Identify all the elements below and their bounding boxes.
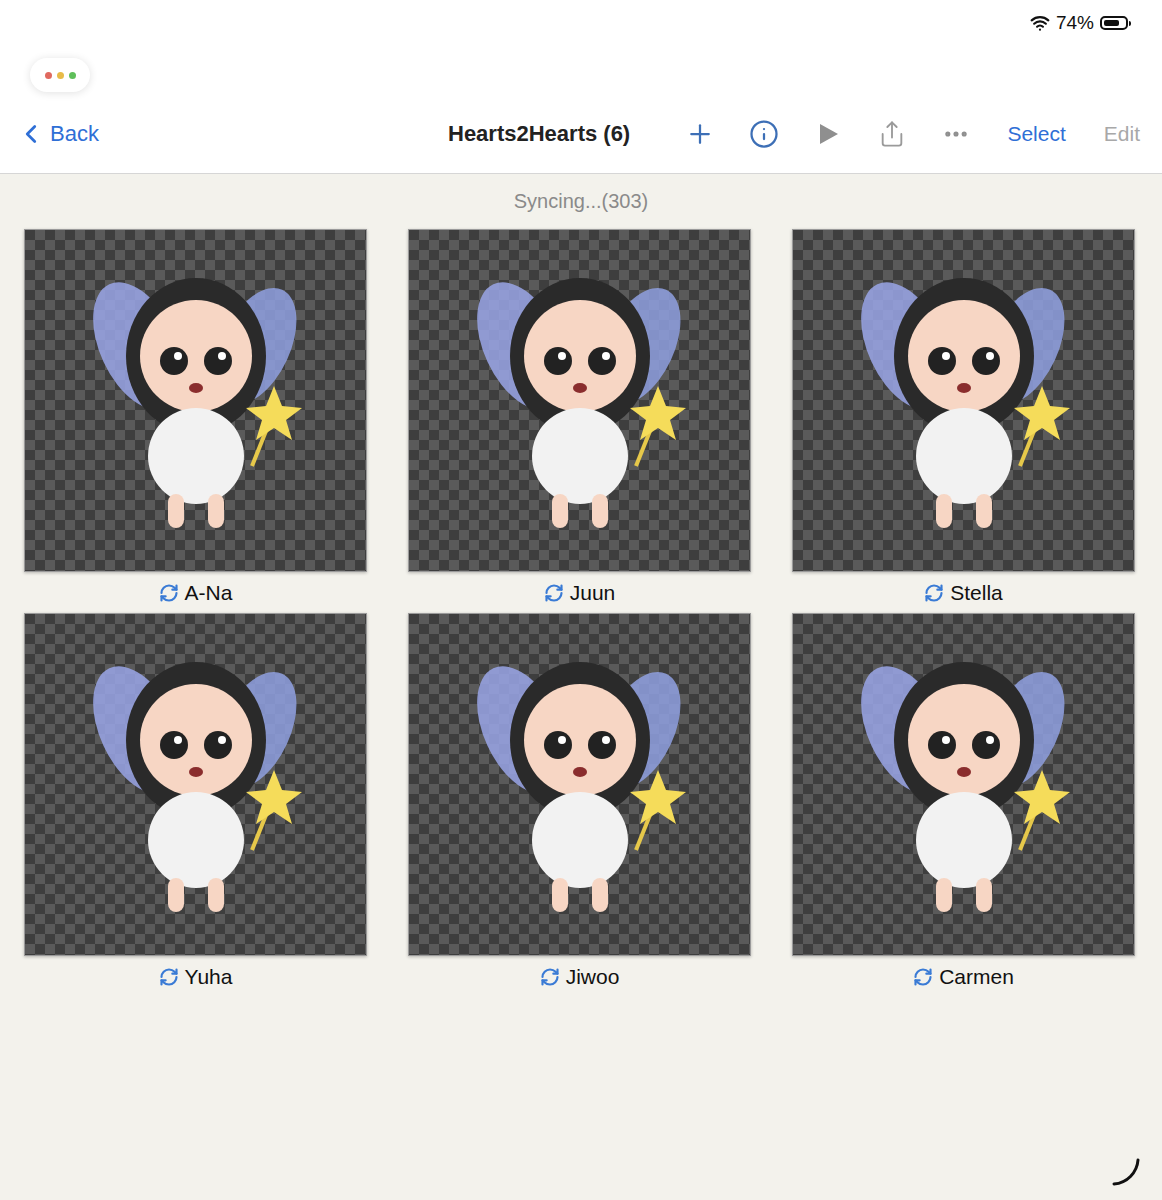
chevron-left-icon	[16, 119, 46, 149]
photo-label: Yuha	[159, 956, 233, 997]
plus-icon	[685, 119, 715, 149]
battery-percent: 74%	[1056, 12, 1094, 34]
photo-thumbnail[interactable]	[792, 229, 1135, 572]
fairy-illustration	[460, 640, 700, 930]
photo-thumbnail[interactable]	[24, 613, 367, 956]
photo-label: Juun	[544, 572, 616, 613]
photo-label: Stella	[924, 572, 1003, 613]
photo-item[interactable]: A-Na	[24, 229, 367, 613]
sync-icon	[924, 583, 944, 603]
edit-button: Edit	[1102, 122, 1142, 146]
window-controls[interactable]	[30, 58, 90, 92]
share-button[interactable]	[877, 119, 907, 149]
add-button[interactable]	[685, 119, 715, 149]
photo-grid-area: Syncing...(303) A-Na Juun Stella Yuha Jiwoo Ca…	[0, 174, 1162, 1037]
photo-item[interactable]: Yuha	[24, 613, 367, 997]
photo-item[interactable]: Juun	[408, 229, 751, 613]
select-button[interactable]: Select	[1005, 122, 1067, 146]
header: 74% BackHearts2Hearts (6) Select Edit	[0, 0, 1162, 174]
play-button[interactable]	[813, 119, 843, 149]
fairy-illustration	[76, 256, 316, 546]
photo-thumbnail[interactable]	[792, 613, 1135, 956]
fairy-illustration	[76, 640, 316, 930]
photo-label: Carmen	[913, 956, 1014, 997]
sync-icon	[159, 967, 179, 987]
more-button[interactable]	[941, 119, 971, 149]
battery-icon	[1100, 16, 1128, 30]
info-icon	[749, 119, 779, 149]
photo-item[interactable]: Jiwoo	[408, 613, 751, 997]
fairy-illustration	[460, 256, 700, 546]
sync-icon	[913, 967, 933, 987]
info-button[interactable]	[749, 119, 779, 149]
toolbar: BackHearts2Hearts (6) Select Edit	[0, 104, 1162, 164]
share-icon	[878, 120, 906, 148]
photo-thumbnail[interactable]	[408, 229, 751, 572]
wifi-icon	[1030, 13, 1050, 33]
fairy-illustration	[844, 256, 1084, 546]
play-icon	[816, 122, 840, 146]
sync-icon	[159, 583, 179, 603]
status-bar: 74%	[0, 0, 1162, 36]
photo-grid: A-Na Juun Stella Yuha Jiwoo Carmen	[24, 229, 1138, 997]
photo-thumbnail[interactable]	[408, 613, 751, 956]
photo-item[interactable]: Stella	[792, 229, 1135, 613]
fairy-illustration	[844, 640, 1084, 930]
activity-icon	[1108, 1154, 1142, 1188]
photo-thumbnail[interactable]	[24, 229, 367, 572]
sync-icon	[544, 583, 564, 603]
photo-item[interactable]: Carmen	[792, 613, 1135, 997]
photo-label: A-Na	[159, 572, 233, 613]
sync-status: Syncing...(303)	[24, 190, 1138, 212]
photo-label: Jiwoo	[540, 956, 620, 997]
album-screen: 74% BackHearts2Hearts (6) Select Edit Syncin…	[0, 0, 1162, 1200]
back-button[interactable]: Back	[16, 119, 448, 149]
ellipsis-icon	[942, 120, 970, 148]
album-title: Hearts2Hearts (6)	[448, 121, 630, 147]
sync-icon	[540, 967, 560, 987]
